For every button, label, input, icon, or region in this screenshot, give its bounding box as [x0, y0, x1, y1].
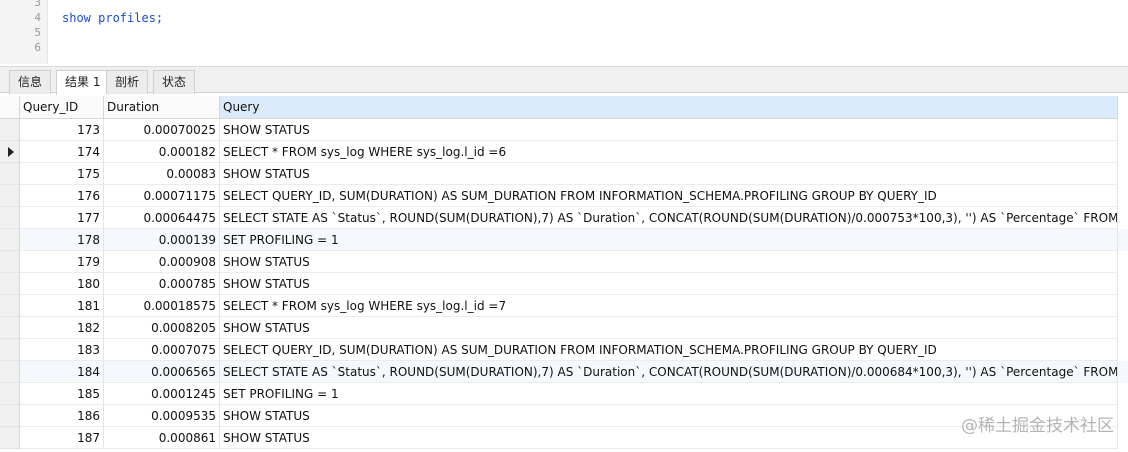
table-row[interactable]: 179 0.000908 SHOW STATUS [0, 251, 1128, 273]
cell-query-id[interactable]: 180 [20, 273, 104, 295]
column-header-duration[interactable]: Duration [104, 96, 220, 119]
cell-query-id[interactable]: 181 [20, 295, 104, 317]
tab-status[interactable]: 状态 [153, 70, 196, 94]
table-row[interactable]: 177 0.00064475 SELECT STATE AS `Status`, R… [0, 207, 1128, 229]
row-indicator[interactable] [0, 207, 20, 229]
row-indicator[interactable] [0, 405, 20, 427]
row-indicator[interactable] [0, 185, 20, 207]
table-row[interactable]: 185 0.0001245 SET PROFILING = 1 [0, 383, 1128, 405]
cell-query-id[interactable]: 175 [20, 163, 104, 185]
line-number-gutter: 3 4 5 6 [0, 0, 48, 64]
cell-query-id[interactable]: 186 [20, 405, 104, 427]
cell-duration[interactable]: 0.00070025 [104, 119, 220, 141]
cell-query-id[interactable]: 174 [20, 141, 104, 163]
sql-editor[interactable]: 3 4 5 6 show profiles; [0, 0, 1128, 64]
cell-duration[interactable]: 0.00083 [104, 163, 220, 185]
cell-query[interactable]: SET PROFILING = 1 [220, 229, 1118, 251]
table-row[interactable]: 181 0.00018575 SELECT * FROM sys_log WHERE… [0, 295, 1128, 317]
cell-query[interactable]: SELECT * FROM sys_log WHERE sys_log.l_id… [220, 141, 1118, 163]
cell-query-id[interactable]: 179 [20, 251, 104, 273]
cell-duration[interactable]: 0.000182 [104, 141, 220, 163]
row-indicator[interactable] [0, 317, 20, 339]
cell-query-id[interactable]: 183 [20, 339, 104, 361]
table-row[interactable]: 183 0.0007075 SELECT QUERY_ID, SUM(DURATIO… [0, 339, 1128, 361]
cell-query[interactable]: SELECT * FROM sys_log WHERE sys_log.l_id… [220, 295, 1118, 317]
cell-duration[interactable]: 0.0008205 [104, 317, 220, 339]
cell-query-id[interactable]: 185 [20, 383, 104, 405]
row-indicator[interactable] [0, 339, 20, 361]
table-row[interactable]: 176 0.00071175 SELECT QUERY_ID, SUM(DURATI… [0, 185, 1128, 207]
table-row[interactable]: 182 0.0008205 SHOW STATUS [0, 317, 1128, 339]
cell-duration[interactable]: 0.0001245 [104, 383, 220, 405]
row-indicator[interactable] [0, 361, 20, 383]
table-row[interactable]: 180 0.000785 SHOW STATUS [0, 273, 1128, 295]
cell-duration[interactable]: 0.0009535 [104, 405, 220, 427]
row-indicator[interactable] [0, 163, 20, 185]
cell-query[interactable]: SHOW STATUS [220, 251, 1118, 273]
row-indicator[interactable] [0, 119, 20, 141]
cell-query-id[interactable]: 178 [20, 229, 104, 251]
watermark: @稀土掘金技术社区 [961, 416, 1114, 436]
cell-query-id[interactable]: 176 [20, 185, 104, 207]
tab-info[interactable]: 信息 [9, 70, 52, 94]
current-row-arrow-icon [8, 147, 14, 157]
cell-query-id[interactable]: 177 [20, 207, 104, 229]
line-number: 5 [34, 26, 41, 39]
cell-duration[interactable]: 0.000861 [104, 427, 220, 449]
table-row[interactable]: 187 0.000861 SHOW STATUS [0, 427, 1128, 449]
cell-query[interactable]: SELECT STATE AS `Status`, ROUND(SUM(DURA… [220, 361, 1118, 383]
row-indicator[interactable] [0, 141, 20, 163]
line-number: 3 [34, 0, 41, 9]
cell-query[interactable]: SELECT STATE AS `Status`, ROUND(SUM(DURA… [220, 207, 1118, 229]
cell-duration[interactable]: 0.000908 [104, 251, 220, 273]
line-number: 6 [34, 41, 41, 54]
column-header-query-id[interactable]: Query_ID [20, 96, 104, 119]
cell-duration[interactable]: 0.0006565 [104, 361, 220, 383]
table-row[interactable]: 184 0.0006565 SELECT STATE AS `Status`, RO… [0, 361, 1128, 383]
row-indicator[interactable] [0, 273, 20, 295]
code-line[interactable]: show profiles; [62, 11, 163, 25]
cell-duration[interactable]: 0.000785 [104, 273, 220, 295]
cell-query[interactable]: SELECT QUERY_ID, SUM(DURATION) AS SUM_DU… [220, 339, 1118, 361]
cell-query[interactable]: SHOW STATUS [220, 119, 1118, 141]
column-header-query[interactable]: Query [220, 96, 1118, 119]
row-indicator[interactable] [0, 427, 20, 449]
result-tab-bar: 信息 结果 1 剖析 状态 [0, 66, 1128, 95]
row-indicator[interactable] [0, 251, 20, 273]
row-indicator[interactable] [0, 229, 20, 251]
table-row[interactable]: 173 0.00070025 SHOW STATUS [0, 119, 1128, 141]
cell-query-id[interactable]: 182 [20, 317, 104, 339]
cell-query[interactable]: SELECT QUERY_ID, SUM(DURATION) AS SUM_DU… [220, 185, 1118, 207]
cell-query-id[interactable]: 184 [20, 361, 104, 383]
grid-header: Query_ID Duration Query [0, 96, 1128, 119]
table-row[interactable]: 174 0.000182 SELECT * FROM sys_log WHERE s… [0, 141, 1128, 163]
cell-duration[interactable]: 0.000139 [104, 229, 220, 251]
cell-query-id[interactable]: 187 [20, 427, 104, 449]
line-number: 4 [34, 11, 41, 24]
cell-query-id[interactable]: 173 [20, 119, 104, 141]
cell-query[interactable]: SHOW STATUS [220, 317, 1118, 339]
tab-result-1[interactable]: 结果 1 [56, 70, 110, 95]
cell-duration[interactable]: 0.00064475 [104, 207, 220, 229]
row-indicator[interactable] [0, 295, 20, 317]
cell-query[interactable]: SET PROFILING = 1 [220, 383, 1118, 405]
tab-profile[interactable]: 剖析 [106, 70, 149, 94]
row-indicator[interactable] [0, 383, 20, 405]
cell-duration[interactable]: 0.00071175 [104, 185, 220, 207]
table-row[interactable]: 186 0.0009535 SHOW STATUS [0, 405, 1128, 427]
cell-query[interactable]: SHOW STATUS [220, 273, 1118, 295]
table-row[interactable]: 178 0.000139 SET PROFILING = 1 [0, 229, 1128, 251]
cell-query[interactable]: SHOW STATUS [220, 163, 1118, 185]
cell-duration[interactable]: 0.00018575 [104, 295, 220, 317]
table-row[interactable]: 175 0.00083 SHOW STATUS [0, 163, 1128, 185]
cell-duration[interactable]: 0.0007075 [104, 339, 220, 361]
row-indicator-header [0, 96, 20, 119]
